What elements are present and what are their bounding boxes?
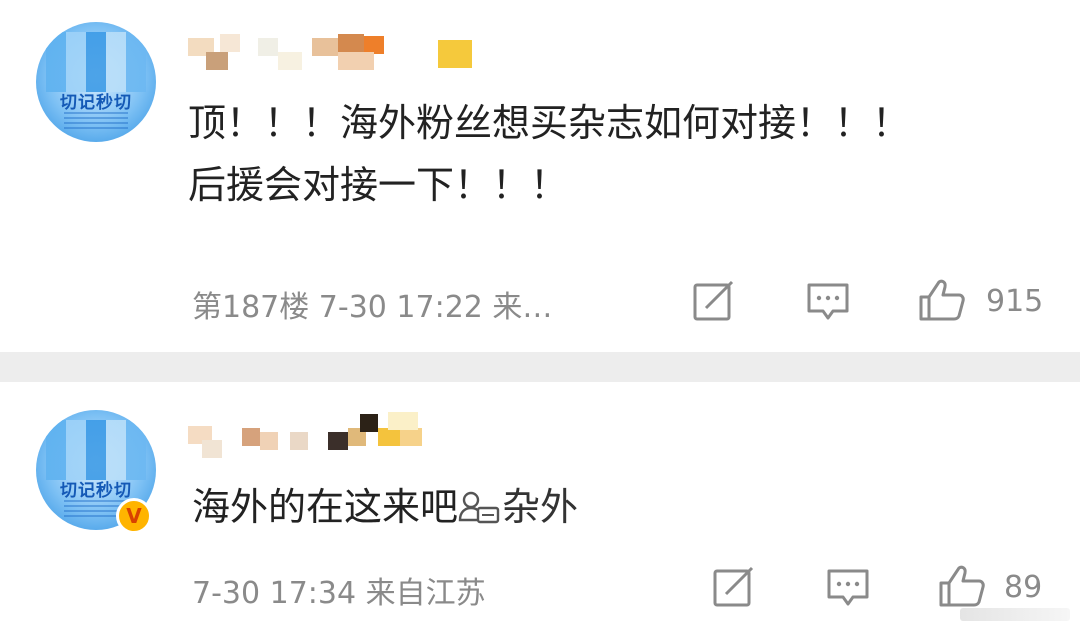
people-group-icon <box>458 482 502 524</box>
comment-text: 顶！！！海外粉丝想买杂志如何对接！！！ 后援会对接一下！！！ <box>188 92 910 216</box>
avatar-brand-text: 切记秒切 <box>60 481 132 501</box>
username-blurred[interactable] <box>188 412 438 458</box>
thumbs-up-icon <box>919 279 965 321</box>
comment-line: 顶！！！海外粉丝想买杂志如何对接！！！ <box>188 101 911 145</box>
edit-square-icon <box>713 566 754 607</box>
username-blurred[interactable] <box>188 30 488 70</box>
edit-square-icon <box>693 280 734 321</box>
avatar-brand-text: 切记秒切 <box>60 93 132 113</box>
comment-text: 海外的在这来吧 杂外 <box>192 476 578 538</box>
avatar[interactable]: 切记秒切 <box>36 22 156 142</box>
comment-button[interactable] <box>806 282 850 322</box>
like-count: 915 <box>986 284 1044 319</box>
group-mention-link[interactable]: 杂外 <box>502 485 578 529</box>
section-divider <box>0 352 1080 382</box>
like-count: 89 <box>1004 570 1043 605</box>
comment-meta: 7-30 17:34 来自江苏 <box>192 576 486 611</box>
speech-bubble-icon <box>827 569 869 606</box>
avatar-mosaic <box>46 32 146 92</box>
comment-meta: 第187楼 7-30 17:22 来… <box>192 290 553 325</box>
reply-button[interactable] <box>692 280 736 322</box>
comment-button[interactable] <box>826 568 870 608</box>
comment-line: 后援会对接一下！！！ <box>188 163 569 207</box>
avatar-mosaic <box>46 420 146 480</box>
like-button[interactable] <box>938 564 986 608</box>
comment-line: 海外的在这来吧 <box>192 485 459 529</box>
speech-bubble-icon <box>807 283 849 320</box>
comment-item: 切记秒切 顶！！！海外粉丝想买杂志如何对接！！！ 后援会对接一下！！！ 第187… <box>0 0 1080 352</box>
like-button[interactable] <box>918 278 966 322</box>
verified-badge: V <box>116 498 152 534</box>
reply-button[interactable] <box>712 566 756 608</box>
watermark-smudge <box>960 608 1070 621</box>
thumbs-up-icon <box>939 565 985 607</box>
avatar-fine-print <box>64 112 128 130</box>
